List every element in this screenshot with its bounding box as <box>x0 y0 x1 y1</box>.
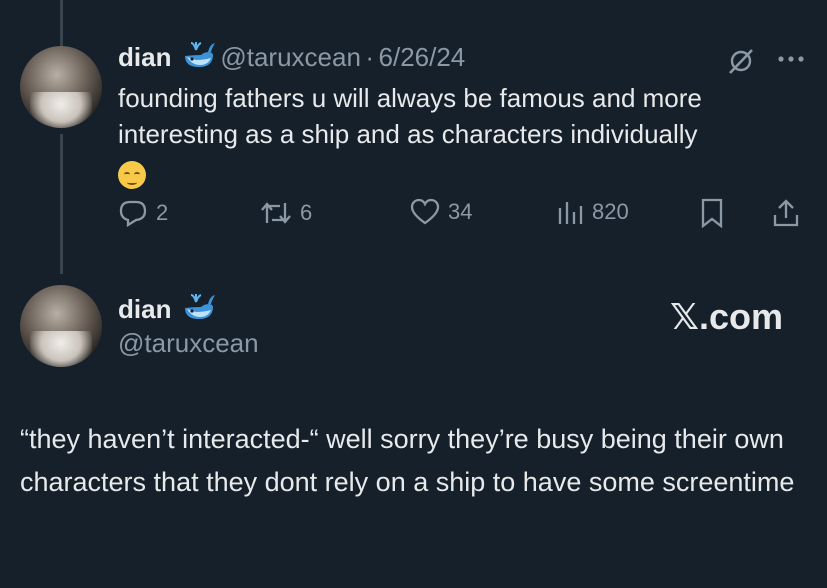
handle[interactable]: @taruxcean <box>118 328 259 359</box>
x-logo: 𝕏.com <box>670 296 784 337</box>
retweet-count: 6 <box>300 200 313 225</box>
heart-icon <box>410 198 440 225</box>
reply-button[interactable]: 2 <box>118 198 168 228</box>
handle[interactable]: @taruxcean <box>220 42 361 72</box>
share-icon <box>773 199 799 227</box>
bookmark-button[interactable] <box>700 198 724 228</box>
tweet-text: founding fathers u will always be famous… <box>118 80 798 190</box>
more-icon[interactable] <box>776 52 806 71</box>
avatar[interactable] <box>20 285 102 367</box>
reply-count: 2 <box>156 200 169 225</box>
like-button[interactable]: 34 <box>410 198 472 226</box>
views-count: 820 <box>592 199 629 224</box>
tweet-actions: 2 6 34 820 <box>118 198 808 234</box>
tweet-text-content: founding fathers u will always be famous… <box>118 83 702 149</box>
display-name[interactable]: dian <box>118 294 171 324</box>
reply-icon <box>119 200 147 228</box>
whale-icon <box>182 292 216 327</box>
views-icon <box>558 202 583 224</box>
whale-icon <box>182 40 216 75</box>
bookmark-icon <box>701 198 723 228</box>
tweet-header: dian @taruxcean · 6/26/24 <box>118 40 465 75</box>
pensive-face-icon <box>118 161 146 190</box>
retweet-icon <box>261 202 291 224</box>
separator: · <box>365 42 375 72</box>
share-button[interactable] <box>772 198 800 228</box>
views-button[interactable]: 820 <box>556 198 629 226</box>
thread-line <box>60 134 63 274</box>
like-count: 34 <box>448 199 473 224</box>
thread-line-top <box>60 0 63 48</box>
avatar[interactable] <box>20 46 102 128</box>
retweet-button[interactable]: 6 <box>260 198 312 228</box>
card-header: dian <box>118 292 216 327</box>
tweet-date[interactable]: 6/26/24 <box>379 42 466 72</box>
card-text: “they haven’t interacted-“ well sorry th… <box>20 424 795 497</box>
grok-icon[interactable] <box>726 46 756 81</box>
display-name[interactable]: dian <box>118 42 171 72</box>
